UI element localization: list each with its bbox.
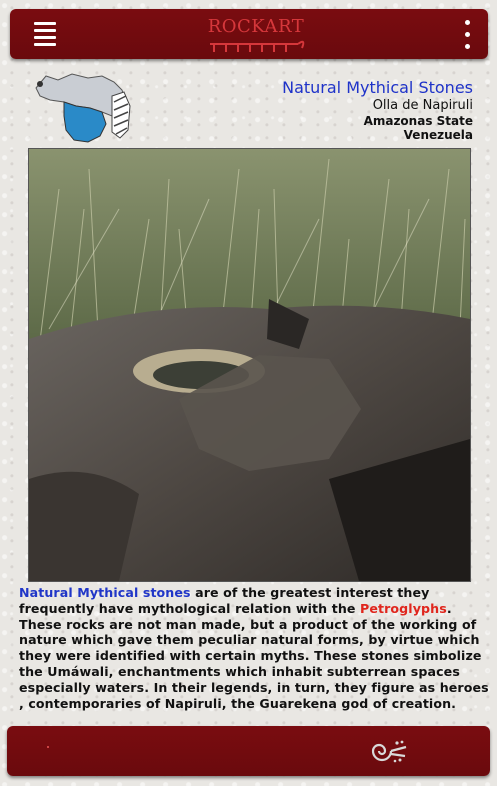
natural-mythical-stones-link[interactable]: Natural Mythical stones — [19, 585, 191, 600]
page-title: Natural Mythical Stones — [282, 78, 473, 97]
rockart-logo[interactable]: ROCKART — [198, 14, 314, 56]
site-name: Olla de Napiruli — [372, 98, 473, 113]
petroglyph-spiral-icon[interactable] — [368, 734, 408, 768]
bottom-bar — [7, 726, 490, 776]
more-options-icon[interactable] — [462, 17, 472, 53]
top-navigation-bar: ROCKART — [10, 9, 488, 59]
petroglyphs-link[interactable]: Petroglyphs — [360, 601, 447, 616]
state-name: Amazonas State — [363, 114, 473, 128]
logo-glyph-icon — [210, 40, 305, 52]
hamburger-menu-icon[interactable] — [34, 22, 56, 48]
venezuela-map-image — [28, 66, 134, 146]
country-name: Venezuela — [403, 128, 473, 142]
decorative-dot — [47, 746, 49, 748]
description-part-2: . These rocks are not man made, but a pr… — [19, 600, 489, 711]
title-block: Natural Mythical Stones Olla de Napiruli… — [282, 78, 473, 142]
stone-photo — [28, 148, 471, 582]
description-text: Natural Mythical stones are of the great… — [19, 585, 491, 711]
